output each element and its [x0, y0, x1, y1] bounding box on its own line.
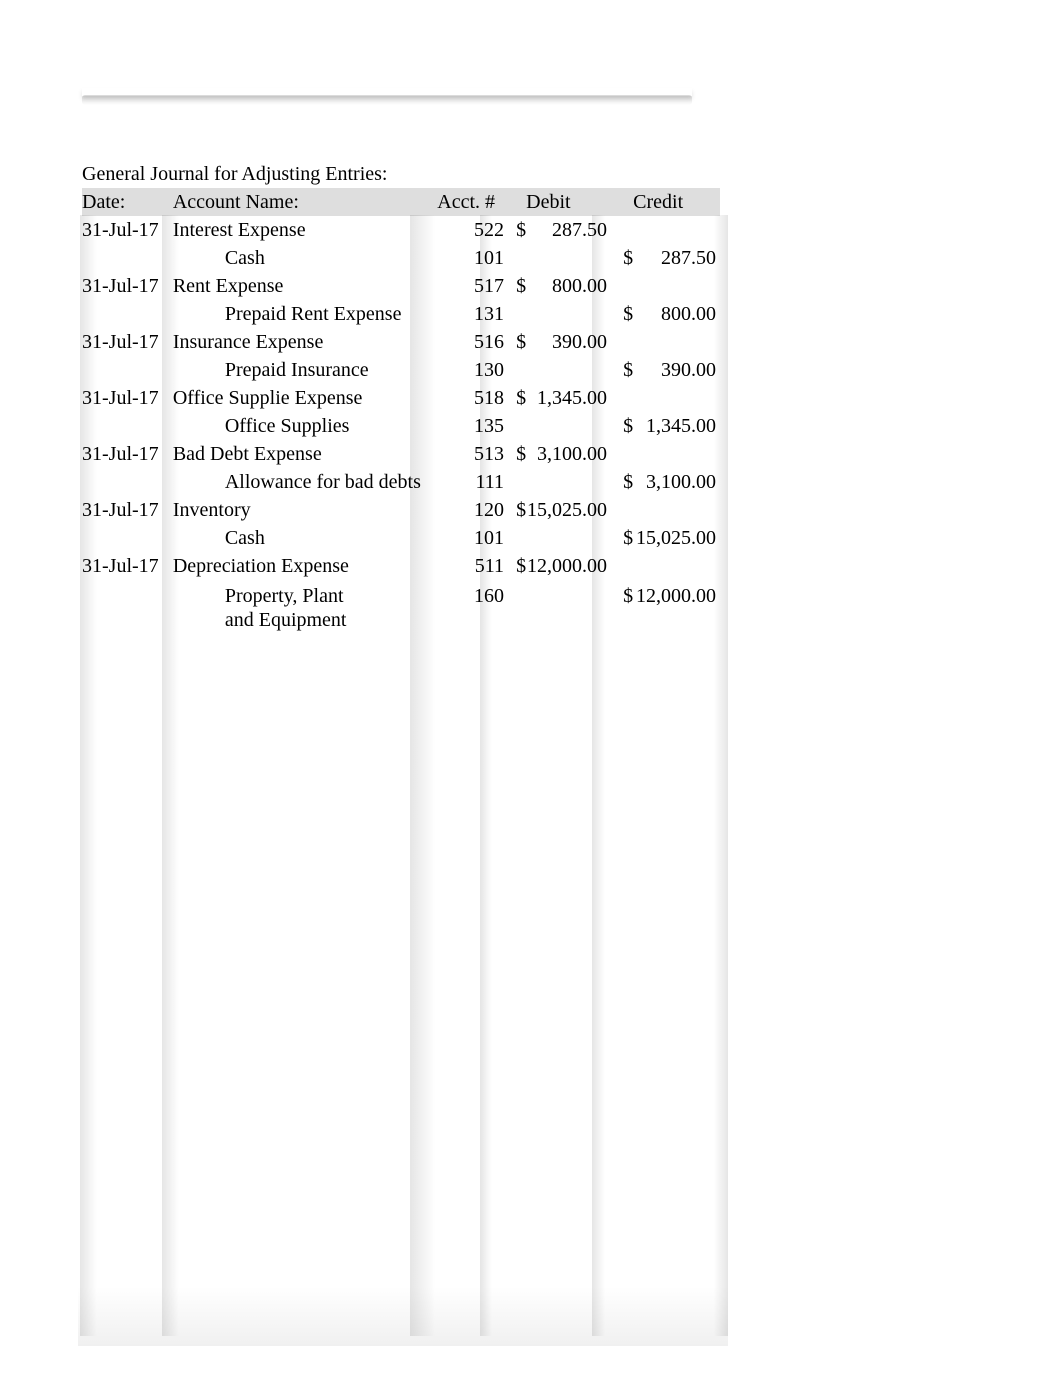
column-shadow: [410, 215, 452, 1336]
cell-debit-symbol: $: [506, 440, 526, 468]
cell-credit-symbol: $: [613, 356, 633, 384]
column-shadow: [704, 215, 728, 1336]
cell-credit-symbol: $: [613, 468, 633, 496]
header-credit: Credit: [633, 188, 720, 216]
header-name: Account Name:: [173, 188, 435, 216]
journal-header-row: Date: Account Name: Acct. # Debit Credit: [82, 188, 720, 216]
cell-credit-symbol: [613, 440, 633, 468]
cell-account-name: Depreciation Expense: [173, 552, 435, 580]
cell-account-name: Cash: [173, 244, 435, 272]
cell-account-name: Interest Expense: [173, 216, 435, 244]
cell-account-name: Rent Expense: [173, 272, 435, 300]
cell-credit-symbol: $: [613, 244, 633, 272]
cell-credit-symbol: [613, 216, 633, 244]
cell-debit-symbol: $: [506, 384, 526, 412]
header-credit-sym: [613, 188, 633, 216]
cell-account-name: Prepaid Rent Expense: [173, 300, 435, 328]
cell-debit-symbol: [506, 356, 526, 384]
cell-debit-symbol: [506, 524, 526, 552]
cell-debit-symbol: $: [506, 216, 526, 244]
cell-credit-symbol: [613, 272, 633, 300]
cell-debit-symbol: $: [506, 552, 526, 580]
cell-debit-symbol: [506, 468, 526, 496]
cell-credit-symbol: [613, 384, 633, 412]
cell-credit-symbol: $: [613, 524, 633, 552]
cell-account-name: Property, Plant and Equipment: [173, 580, 373, 608]
cell-account-name: Office Supplies: [173, 412, 435, 440]
cell-account-name: Prepaid Insurance: [173, 356, 435, 384]
journal-title: General Journal for Adjusting Entries:: [82, 163, 388, 186]
header-acct: Acct. #: [435, 188, 506, 216]
header-debit-sym: [506, 188, 526, 216]
cell-credit-symbol: $: [613, 300, 633, 328]
header-date: Date:: [82, 188, 173, 216]
cell-debit-symbol: $: [506, 496, 526, 524]
cell-debit-symbol: [506, 580, 526, 608]
cell-account-name: Bad Debt Expense: [173, 440, 435, 468]
cell-debit-symbol: [506, 412, 526, 440]
page-bottom-fade: [78, 1286, 728, 1346]
cell-credit-symbol: [613, 496, 633, 524]
header-debit: Debit: [526, 188, 613, 216]
cell-credit-symbol: $: [613, 580, 633, 608]
cell-credit-symbol: $: [613, 412, 633, 440]
column-shadow: [80, 215, 108, 1336]
cell-account-name: Insurance Expense: [173, 328, 435, 356]
cell-debit-symbol: [506, 300, 526, 328]
cell-account-name: Office Supplie Expense: [173, 384, 435, 412]
page-top-shadow: [82, 95, 692, 105]
cell-account-name: Cash: [173, 524, 435, 552]
column-shadow: [592, 215, 614, 1336]
cell-debit-symbol: $: [506, 328, 526, 356]
cell-account-name: Allowance for bad debts: [173, 468, 435, 496]
cell-debit-symbol: $: [506, 272, 526, 300]
cell-debit-symbol: [506, 244, 526, 272]
column-shadow: [162, 215, 190, 1336]
cell-account-name: Inventory: [173, 496, 435, 524]
cell-credit-symbol: [613, 328, 633, 356]
cell-credit-symbol: [613, 552, 633, 580]
column-shadow: [480, 215, 500, 1336]
